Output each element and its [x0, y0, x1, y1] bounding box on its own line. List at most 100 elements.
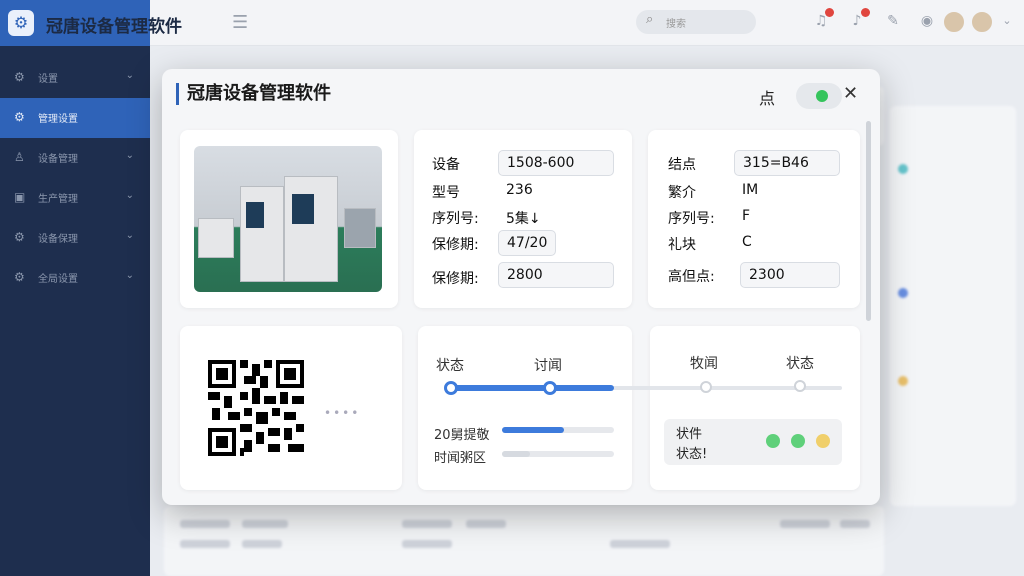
detail-label: 保修期:: [432, 237, 479, 253]
timeline-label: 讨闻: [534, 358, 562, 374]
menu-icon[interactable]: ☰: [232, 12, 248, 33]
timeline-label: 牧闻: [690, 356, 718, 372]
sidebar-item-settings[interactable]: ⚙ 设置 ⌄: [0, 58, 150, 98]
status-indicator-dot: [766, 434, 780, 448]
timeline-step[interactable]: [543, 381, 557, 395]
background-line: [402, 520, 452, 528]
scrollbar[interactable]: [866, 121, 871, 321]
avatar[interactable]: [970, 10, 994, 34]
chevron-down-icon: ⌄: [125, 230, 134, 241]
background-line: [610, 540, 670, 548]
background-line: [242, 540, 282, 548]
background-line: [180, 540, 230, 548]
close-icon[interactable]: ✕: [843, 83, 858, 104]
notification-badge: [861, 8, 870, 17]
sidebar-item-label: 生产管理: [38, 194, 78, 205]
qr-code-card: ••••: [180, 326, 402, 490]
sidebar-item-label: 设备管理: [38, 154, 78, 165]
chevron-down-icon: ⌄: [125, 270, 134, 281]
modal-dot-label: 点: [759, 89, 776, 108]
device-detail-modal: 冠唐设备管理软件 点 ✕ 设备 1508-600 型号 236 序列号: 5集↓…: [162, 69, 880, 505]
sidebar-item-manage-settings[interactable]: ⚙ 管理设置: [0, 98, 150, 138]
background-line: [780, 520, 830, 528]
detail-value-field[interactable]: 315=B46: [734, 150, 840, 176]
status-line: 状态!: [676, 447, 708, 462]
timeline-label: 状态: [436, 358, 464, 374]
more-icon[interactable]: ••••: [324, 406, 360, 420]
sidebar-item-label: 设备保理: [38, 234, 78, 245]
gear-icon: ⚙: [14, 70, 25, 84]
modal-title: 冠唐设备管理软件: [176, 83, 331, 105]
machine-graphic: [284, 176, 338, 282]
detail-value-field[interactable]: 1508-600: [498, 150, 614, 176]
background-line: [242, 520, 288, 528]
status-card: [650, 326, 860, 490]
timeline-step[interactable]: [700, 381, 712, 393]
search-icon: ⌕: [646, 12, 654, 27]
background-line: [840, 520, 870, 528]
sidebar: ⚙ 设置 ⌄ ⚙ 管理设置 ♙ 设备管理 ⌄ ▣ 生产管理 ⌄ ⚙ 设备保理 ⌄…: [0, 46, 150, 576]
status-panel: 状件 状态!: [664, 419, 842, 465]
sidebar-item-global[interactable]: ⚙ 全局设置 ⌄: [0, 258, 150, 298]
timeline-progress: [448, 385, 614, 391]
detail-label: 繁介: [668, 185, 696, 201]
user-icon: ♙: [14, 150, 25, 164]
background-dot: [898, 288, 908, 298]
user-icon[interactable]: ◉: [918, 12, 936, 30]
detail-label: 序列号:: [432, 211, 479, 227]
gear-logo-icon: ⚙: [8, 10, 34, 36]
device-details-card: 设备 1508-600 型号 236 序列号: 5集↓ 保修期: 47/20 保…: [414, 130, 632, 308]
detail-label: 保修期:: [432, 271, 479, 287]
background-card: [890, 106, 1016, 506]
device-photo-card: [180, 130, 398, 308]
alert-icon[interactable]: ♪: [848, 8, 870, 30]
progress-fill: [502, 427, 564, 433]
app-title: 冠唐设备管理软件: [46, 17, 182, 37]
detail-value-field[interactable]: 2800: [498, 262, 614, 288]
progress-fill: [502, 451, 530, 457]
detail-label: 高但点:: [668, 269, 715, 285]
detail-label: 型号: [432, 185, 460, 201]
detail-value: 236: [506, 182, 533, 198]
progress-label: 20舅提敬: [434, 428, 490, 443]
sidebar-item-production[interactable]: ▣ 生产管理 ⌄: [0, 178, 150, 218]
detail-value: IM: [742, 182, 759, 198]
detail-value: F: [742, 208, 751, 224]
background-line: [466, 520, 506, 528]
detail-label: 设备: [432, 157, 460, 173]
bell-icon[interactable]: ♫: [812, 8, 834, 30]
toggle-knob: [816, 90, 828, 102]
top-bar: ⚙ 冠唐设备管理软件 ☰ ⌕ 搜索 ♫ ♪ ✎ ◉ ⌄: [0, 0, 1024, 46]
detail-value-field[interactable]: 47/20: [498, 230, 556, 256]
detail-label: 礼块: [668, 237, 696, 253]
background-line: [402, 540, 452, 548]
chevron-down-icon[interactable]: ⌄: [998, 12, 1016, 30]
background-dot: [898, 376, 908, 386]
timeline-step[interactable]: [444, 381, 458, 395]
status-indicator-dot: [816, 434, 830, 448]
machine-graphic: [198, 218, 234, 258]
avatar[interactable]: [942, 10, 966, 34]
detail-value-field[interactable]: 2300: [740, 262, 840, 288]
background-dot: [898, 164, 908, 174]
clipboard-icon: ▣: [14, 190, 26, 204]
sidebar-item-device-maintain[interactable]: ⚙ 设备保理 ⌄: [0, 218, 150, 258]
machine-screen: [292, 194, 314, 224]
detail-value: C: [742, 234, 752, 250]
background-line: [180, 520, 230, 528]
edit-icon[interactable]: ✎: [884, 12, 902, 30]
sidebar-item-device-manage[interactable]: ♙ 设备管理 ⌄: [0, 138, 150, 178]
chevron-down-icon: ⌄: [125, 190, 134, 201]
timeline-step[interactable]: [794, 380, 806, 392]
chevron-down-icon: ⌄: [125, 150, 134, 161]
status-toggle[interactable]: [796, 83, 842, 109]
sidebar-item-label: 设置: [38, 74, 58, 85]
timeline-label: 状态: [786, 356, 814, 372]
machine-graphic: [240, 186, 284, 282]
qr-code[interactable]: [208, 360, 304, 456]
device-photo[interactable]: [194, 146, 382, 292]
status-line: 状件: [676, 427, 703, 442]
machine-graphic: [344, 208, 376, 248]
search-input[interactable]: ⌕ 搜索: [636, 10, 756, 34]
status-indicator-dot: [791, 434, 805, 448]
